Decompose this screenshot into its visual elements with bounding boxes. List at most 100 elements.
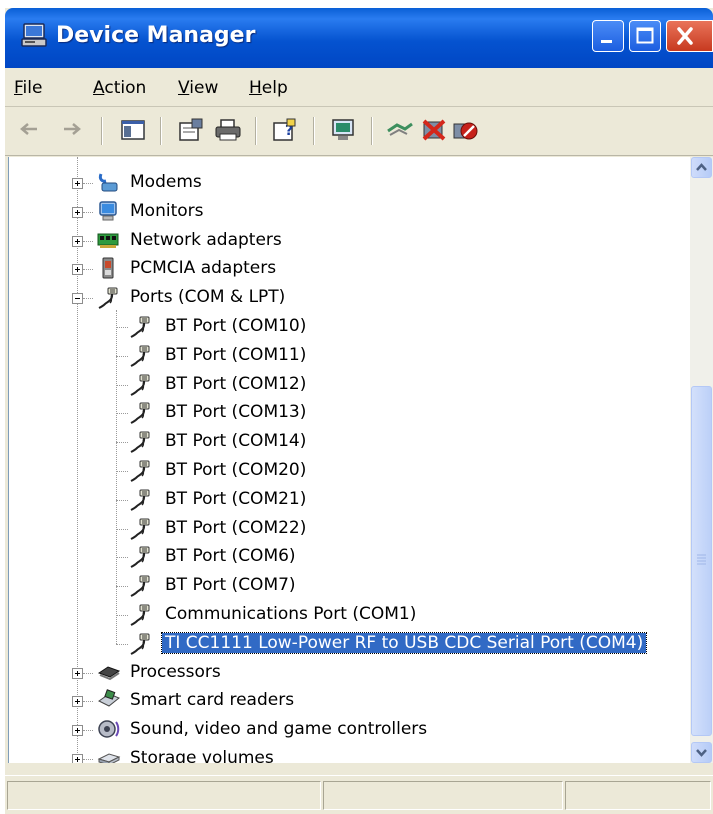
tree-connector-line (116, 643, 128, 645)
print-icon[interactable] (214, 117, 242, 147)
forward-arrow-icon[interactable] (60, 117, 84, 145)
tree-connector-line (116, 327, 128, 328)
toolbar-separator (255, 117, 257, 145)
back-arrow-icon[interactable] (17, 117, 41, 145)
tree-item-network-adapters[interactable]: Network adapters (130, 230, 282, 250)
tree-connector-line (116, 384, 128, 386)
pcmcia-icon (97, 257, 119, 283)
minimize-button[interactable] (592, 20, 624, 52)
tree-item-storage-volumes[interactable]: Storage volumes (130, 748, 274, 763)
window-title: Device Manager (56, 23, 256, 48)
toolbar-separator (160, 117, 162, 145)
tree-item-bt-port-com10[interactable]: BT Port (COM10) (165, 316, 306, 336)
device-manager-window: Device Manager File Action View Help ? M… (5, 8, 713, 814)
tree-connector-line (83, 269, 93, 271)
scroll-up-button[interactable] (691, 157, 712, 178)
tree-item-bt-port-com6[interactable]: BT Port (COM6) (165, 546, 296, 566)
tree-item-bt-port-com13[interactable]: BT Port (COM13) (165, 402, 306, 422)
menu-view[interactable]: View (178, 78, 218, 98)
port-icon (129, 459, 153, 487)
toolbar: ? (5, 107, 713, 156)
tree-item-bt-port-com21[interactable]: BT Port (COM21) (165, 489, 306, 509)
port-icon (129, 401, 153, 429)
modem-icon (97, 171, 119, 197)
sound-icon (97, 718, 121, 744)
disable-device-icon[interactable] (451, 117, 479, 147)
device-tree[interactable]: Modems Monitors Network adapters PCMCIA ada… (8, 157, 691, 763)
menu-file[interactable]: File (14, 78, 42, 98)
vertical-scrollbar[interactable] (690, 157, 713, 763)
port-icon (129, 344, 153, 372)
tree-item-bt-port-com14[interactable]: BT Port (COM14) (165, 431, 306, 451)
maximize-icon (636, 27, 654, 44)
expand-icon[interactable] (72, 178, 83, 189)
status-pane (565, 781, 711, 810)
tree-item-bt-port-com11[interactable]: BT Port (COM11) (165, 345, 306, 365)
update-driver-icon[interactable] (385, 117, 415, 147)
chevron-up-icon (696, 163, 707, 171)
port-icon (129, 574, 153, 602)
tree-item-bt-port-com20[interactable]: BT Port (COM20) (165, 460, 306, 480)
scroll-down-button[interactable] (691, 742, 712, 763)
menu-help[interactable]: Help (249, 78, 288, 98)
properties-icon[interactable] (177, 117, 205, 147)
help-icon[interactable]: ? (271, 117, 299, 147)
tree-item-processors[interactable]: Processors (130, 662, 221, 682)
tree-connector-line (116, 499, 128, 501)
status-bar (5, 775, 713, 814)
tree-item-modems[interactable]: Modems (130, 172, 202, 192)
expand-icon[interactable] (72, 206, 83, 218)
port-icon (129, 430, 153, 458)
chevron-down-icon (696, 749, 707, 757)
tree-item-communications-port-com1[interactable]: Communications Port (COM1) (165, 604, 416, 624)
tree-connector-line (116, 528, 128, 530)
tree-connector-line (83, 701, 93, 703)
tree-connector-line (83, 240, 93, 242)
collapse-icon[interactable] (72, 293, 83, 305)
tree-connector-line (116, 442, 128, 444)
storage-volume-icon (97, 747, 121, 763)
tree-item-bt-port-com12[interactable]: BT Port (COM12) (165, 374, 306, 394)
port-icon (129, 545, 153, 573)
tree-connector-line (83, 730, 93, 732)
tree-item-bt-port-com22[interactable]: BT Port (COM22) (165, 518, 306, 538)
expand-icon[interactable] (72, 264, 83, 276)
tree-item-sound-video-and-game-controllers[interactable]: Sound, video and game controllers (130, 719, 427, 739)
tree-item-ports-com-lpt[interactable]: Ports (COM & LPT) (130, 287, 285, 307)
tree-connector-line (83, 183, 93, 184)
tree-connector-line (83, 211, 93, 213)
close-button[interactable] (666, 20, 713, 52)
tree-item-smart-card-readers[interactable]: Smart card readers (130, 690, 294, 710)
network-adapter-icon (97, 229, 119, 255)
tree-connector-line (116, 615, 128, 616)
toolbar-separator (101, 117, 103, 145)
port-icon (129, 315, 153, 343)
processor-icon (97, 661, 121, 687)
port-icon (129, 632, 153, 660)
tree-item-bt-port-com7[interactable]: BT Port (COM7) (165, 575, 296, 595)
grip-icon (697, 554, 706, 565)
tree-item-pcmcia-adapters[interactable]: PCMCIA adapters (130, 258, 276, 278)
tree-item-ti-cc1111-low-power-rf-to-usb-cdc-serial-port-com4[interactable]: TI CC1111 Low-Power RF to USB CDC Serial… (160, 631, 648, 654)
tree-connector-line (83, 759, 93, 760)
expand-icon[interactable] (72, 235, 83, 247)
tree-connector-line (116, 355, 128, 357)
scan-hardware-icon[interactable] (330, 117, 358, 147)
scroll-thumb[interactable] (691, 386, 712, 736)
monitor-icon (97, 200, 119, 226)
expand-icon[interactable] (72, 696, 83, 708)
status-pane (323, 781, 563, 810)
tree-item-monitors[interactable]: Monitors (130, 201, 203, 221)
expand-icon[interactable] (72, 725, 83, 737)
expand-icon[interactable] (72, 754, 83, 763)
title-bar[interactable]: Device Manager (5, 8, 713, 68)
port-icon (129, 517, 153, 545)
tree-connector-line (83, 672, 93, 674)
uninstall-icon[interactable] (420, 117, 448, 147)
show-hide-console-tree-icon[interactable] (120, 117, 146, 147)
port-icon (129, 373, 153, 401)
tree-connector-line (83, 298, 93, 300)
expand-icon[interactable] (72, 667, 83, 679)
maximize-button[interactable] (629, 20, 661, 52)
menu-action[interactable]: Action (93, 78, 146, 98)
